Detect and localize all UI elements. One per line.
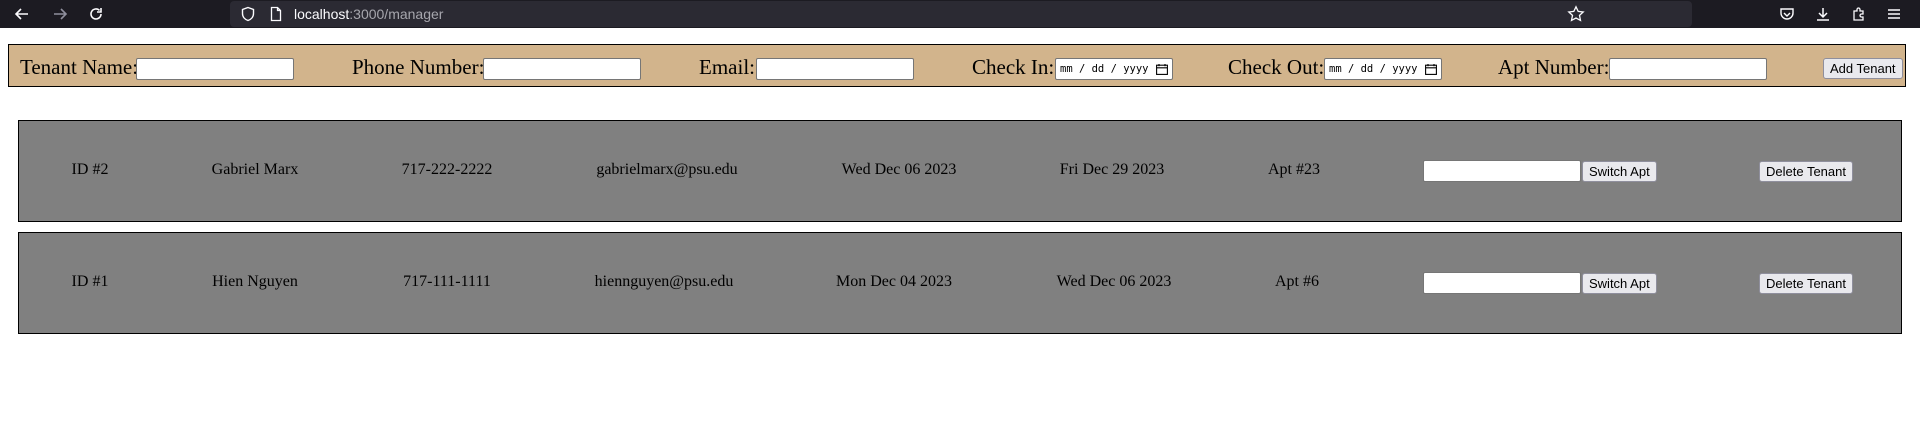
email-input[interactable]: [756, 58, 914, 80]
download-icon[interactable]: [1811, 2, 1835, 26]
tenant-email: hiennguyen@psu.edu: [594, 273, 734, 290]
phone-number-label: Phone Number:: [352, 55, 485, 79]
tenant-check-in: Wed Dec 06 2023: [841, 161, 957, 178]
tenant-apt: Apt #23: [1268, 161, 1320, 178]
shield-icon[interactable]: [236, 2, 260, 26]
url-bar[interactable]: localhost:3000/manager: [230, 1, 1692, 27]
switch-apt-button[interactable]: Switch Apt: [1582, 273, 1657, 294]
browser-toolbar: localhost:3000/manager: [0, 0, 1920, 28]
tenant-email: gabrielmarx@psu.edu: [596, 161, 738, 178]
calendar-icon[interactable]: [1156, 63, 1168, 75]
apt-number-label: Apt Number:: [1498, 55, 1610, 79]
delete-tenant-button[interactable]: Delete Tenant: [1759, 273, 1853, 294]
tenant-apt: Apt #6: [1275, 273, 1319, 290]
tenant-name: Gabriel Marx: [211, 161, 299, 178]
add-tenant-button[interactable]: Add Tenant: [1823, 58, 1903, 79]
reload-icon[interactable]: [84, 2, 108, 26]
check-out-date-input[interactable]: mm / dd / yyyy: [1324, 58, 1442, 80]
url-text: localhost:3000/manager: [294, 6, 443, 22]
url-host: localhost: [294, 6, 350, 22]
hamburger-menu-icon[interactable]: [1882, 2, 1906, 26]
check-in-date-input[interactable]: mm / dd / yyyy: [1055, 58, 1173, 80]
tenant-check-out: Wed Dec 06 2023: [1056, 273, 1172, 290]
check-in-date-placeholder: mm / dd / yyyy: [1060, 63, 1149, 75]
extensions-icon[interactable]: [1847, 2, 1871, 26]
apt-number-input[interactable]: [1609, 58, 1767, 80]
tenant-id: ID #1: [71, 273, 109, 290]
check-in-label: Check In:: [972, 55, 1055, 79]
switch-apt-input[interactable]: [1423, 160, 1581, 182]
switch-apt-input[interactable]: [1423, 272, 1581, 294]
tenant-check-in: Mon Dec 04 2023: [836, 273, 952, 290]
tenant-phone: 717-111-1111: [403, 273, 491, 290]
tenant-check-out: Fri Dec 29 2023: [1059, 161, 1165, 178]
email-label: Email:: [699, 55, 755, 79]
delete-tenant-button[interactable]: Delete Tenant: [1759, 161, 1853, 182]
tenant-name-label: Tenant Name:: [20, 55, 139, 79]
tenant-row: ID #1 Hien Nguyen 717-111-1111 hiennguye…: [18, 232, 1902, 334]
tenant-row: ID #2 Gabriel Marx 717-222-2222 gabrielm…: [18, 120, 1902, 222]
switch-apt-button[interactable]: Switch Apt: [1582, 161, 1657, 182]
back-arrow-icon[interactable]: [10, 2, 34, 26]
url-path: :3000/manager: [349, 6, 444, 22]
calendar-icon[interactable]: [1425, 63, 1437, 75]
page-icon[interactable]: [264, 2, 288, 26]
pocket-icon[interactable]: [1775, 2, 1799, 26]
tenant-phone: 717-222-2222: [401, 161, 493, 178]
forward-arrow-icon[interactable]: [48, 2, 72, 26]
tenant-name: Hien Nguyen: [212, 273, 298, 290]
add-tenant-form: Tenant Name: Phone Number: Email: Check …: [8, 44, 1906, 87]
star-icon[interactable]: [1564, 2, 1588, 26]
tenant-id: ID #2: [71, 161, 109, 178]
check-out-label: Check Out:: [1228, 55, 1325, 79]
phone-number-input[interactable]: [483, 58, 641, 80]
check-out-date-placeholder: mm / dd / yyyy: [1329, 63, 1418, 75]
tenant-name-input[interactable]: [136, 58, 294, 80]
